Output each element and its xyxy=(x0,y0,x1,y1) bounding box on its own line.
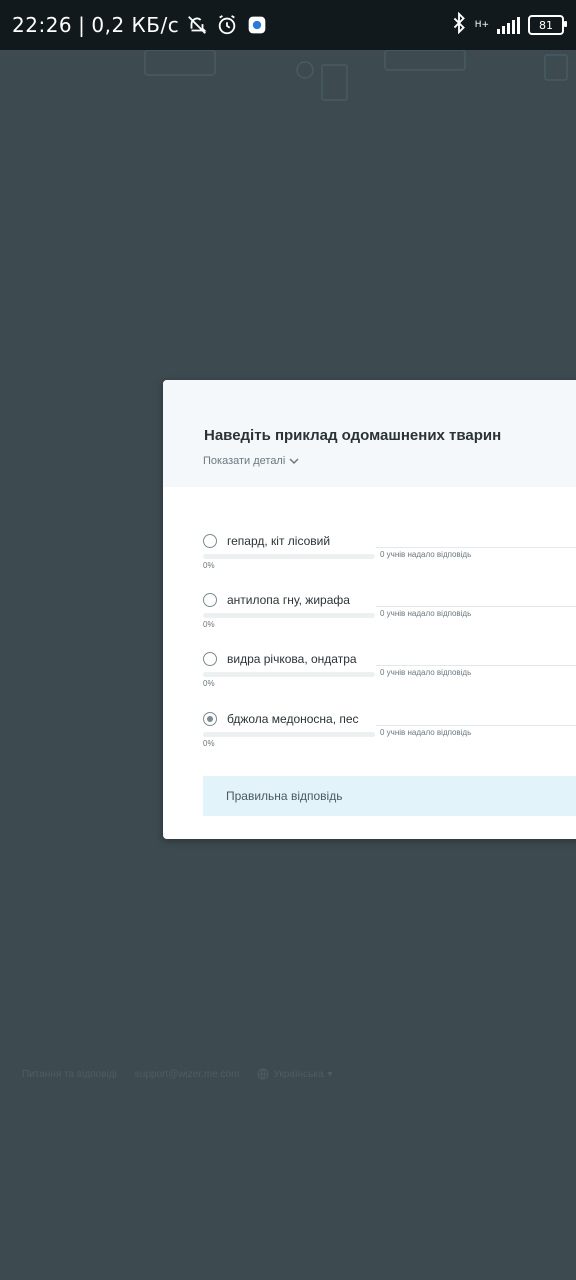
show-details-label: Показати деталі xyxy=(203,455,286,467)
option-radio-selected[interactable] xyxy=(203,712,217,726)
divider xyxy=(376,665,576,666)
correct-answer-box: Правильна відповідь xyxy=(203,776,576,816)
question-results-modal: Наведіть приклад одомашнених тварин Пока… xyxy=(163,380,576,839)
vpn-icon xyxy=(245,13,269,37)
divider xyxy=(376,547,576,548)
response-bar xyxy=(203,732,375,737)
separator: | xyxy=(78,13,86,37)
divider xyxy=(376,606,576,607)
mute-icon xyxy=(185,13,209,37)
correct-answer-label: Правильна відповідь xyxy=(226,789,343,803)
modal-header: Наведіть приклад одомашнених тварин Пока… xyxy=(163,380,576,487)
divider xyxy=(376,725,576,726)
option-label: гепард, кіт лісовий xyxy=(227,534,331,548)
option-label: бджола медоносна, пес xyxy=(227,712,359,726)
show-details-toggle[interactable]: Показати деталі xyxy=(203,455,299,467)
language-selector[interactable]: Українська ▾ xyxy=(257,1068,333,1080)
language-label: Українська xyxy=(273,1068,324,1080)
answer-option-3: видра річкова, ондатра 0 учнів надало ві… xyxy=(203,652,576,688)
option-radio[interactable] xyxy=(203,534,217,548)
response-percent: 0% xyxy=(203,679,215,688)
globe-icon xyxy=(257,1068,269,1080)
support-email-link[interactable]: support@wizer.me.com xyxy=(135,1069,240,1080)
option-label: видра річкова, ондатра xyxy=(227,652,357,666)
net-speed: 0,2 КБ/с xyxy=(91,13,180,37)
option-label: антилопа гну, жирафа xyxy=(227,593,350,607)
battery-level: 81 xyxy=(539,18,553,32)
response-percent: 0% xyxy=(203,739,215,748)
chevron-down-icon xyxy=(289,458,299,465)
question-title: Наведіть приклад одомашнених тварин xyxy=(204,427,502,444)
faq-link[interactable]: Питання та відповіді xyxy=(22,1069,117,1080)
responders-count: 0 учнів надало відповідь xyxy=(380,728,472,737)
response-percent: 0% xyxy=(203,561,215,570)
footer: Питання та відповіді support@wizer.me.co… xyxy=(22,1068,333,1080)
network-type: H+ xyxy=(474,19,489,30)
response-bar xyxy=(203,613,375,618)
status-right: H+ 81 xyxy=(451,11,567,38)
responders-count: 0 учнів надало відповідь xyxy=(380,668,472,677)
bluetooth-icon xyxy=(451,11,467,38)
chevron-down-icon: ▾ xyxy=(327,1068,333,1080)
responders-count: 0 учнів надало відповідь xyxy=(380,550,472,559)
response-percent: 0% xyxy=(203,620,215,629)
alarm-icon xyxy=(215,13,239,37)
signal-icon xyxy=(497,16,520,34)
responders-count: 0 учнів надало відповідь xyxy=(380,609,472,618)
status-bar: 22:26 | 0,2 КБ/с H+ 81 xyxy=(0,0,576,50)
answer-option-4: бджола медоносна, пес 0 учнів надало від… xyxy=(203,712,576,748)
response-bar xyxy=(203,672,375,677)
clock: 22:26 xyxy=(12,13,73,37)
status-left: 22:26 | 0,2 КБ/с xyxy=(12,13,269,37)
battery-icon: 81 xyxy=(528,15,567,35)
background-illustration xyxy=(144,50,568,101)
answer-option-2: антилопа гну, жирафа 0 учнів надало відп… xyxy=(203,593,576,629)
answer-option-1: гепард, кіт лісовий 0 учнів надало відпо… xyxy=(203,534,576,570)
option-radio[interactable] xyxy=(203,652,217,666)
option-radio[interactable] xyxy=(203,593,217,607)
response-bar xyxy=(203,554,375,559)
